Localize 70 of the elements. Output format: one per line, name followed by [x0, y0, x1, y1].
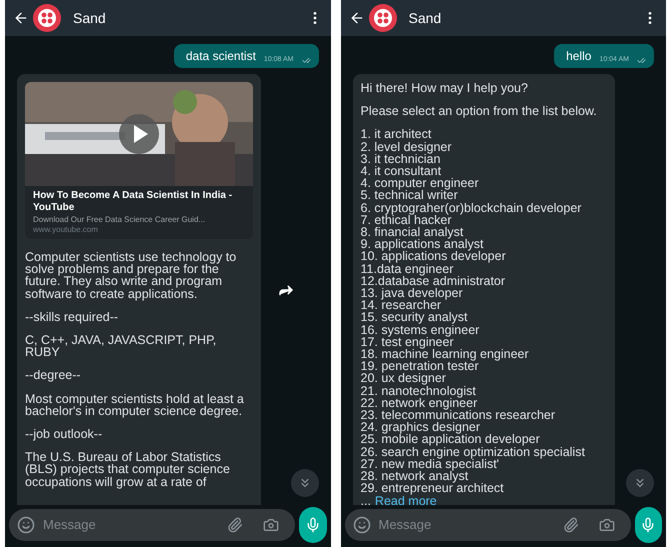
option-line: 26. search engine optimization specialist	[360, 446, 586, 458]
contact-name[interactable]: Sand	[408, 8, 638, 28]
option-line: 4. it consultant	[360, 165, 442, 178]
option-line: 10. applications developer	[360, 250, 507, 263]
option-line: 14. researcher	[360, 299, 442, 312]
preview-title: How To Become A Data Scientist In India - YouTube	[33, 190, 234, 214]
option-line: 4. computer engineer	[360, 177, 480, 190]
message-paragraph: --skills required--	[25, 310, 120, 324]
option-line: 29. entrepreneur architect	[360, 482, 505, 494]
option-line: 25. mobile application developer	[360, 433, 541, 446]
option-line: 24. graphics designer	[360, 421, 480, 434]
option-line: 22. network engineer	[360, 396, 478, 410]
option-line: 7. ethical hacker	[360, 214, 452, 226]
option-line: 5. technical writer	[360, 189, 458, 202]
option-line: 19. penetration tester	[360, 360, 480, 372]
option-line: 8. financial analyst	[360, 226, 464, 238]
emoji-icon[interactable]	[17, 516, 35, 534]
attach-icon[interactable]	[562, 517, 578, 533]
message-paragraph: Please select an option from the list below.	[360, 105, 598, 118]
read-more-link[interactable]: Read more	[374, 494, 437, 505]
option-line: 6. cryptograher(or)blockchain developer	[360, 202, 582, 214]
back-icon[interactable]	[13, 10, 29, 26]
message-paragraph: C, C++, JAVA, JAVASCRIPT, PHP, RUBY	[25, 334, 218, 358]
option-line: 23. telecommunications researcher	[360, 409, 556, 422]
option-line: 9. applications analyst	[360, 238, 484, 250]
option-line: 15. security analyst	[360, 311, 468, 324]
preview-description: Download Our Free Data Science Career Guid...	[33, 214, 206, 225]
camera-icon[interactable]	[263, 517, 279, 533]
message-paragraph: Computer scientists use technology to solve problems and prepare for the future. They also write and program software to create applications.	[25, 251, 238, 300]
message-field[interactable]: Message	[9, 509, 295, 541]
voice-button[interactable]	[299, 507, 326, 543]
option-line: 2. level designer	[360, 140, 453, 153]
message-text: data scientist	[186, 48, 256, 65]
message-paragraph: Most computer scientists hold at least a bachelor's in computer science degree.	[25, 392, 245, 418]
option-line: 28. network analyst	[360, 470, 468, 482]
message-text: hello	[566, 48, 592, 65]
contact-avatar-icon[interactable]	[368, 4, 396, 32]
option-line: 11.data engineer	[360, 262, 454, 275]
contact-name[interactable]: Sand	[73, 8, 302, 28]
mic-icon	[304, 517, 321, 533]
message-input[interactable]: Message	[378, 515, 554, 535]
option-line: 3. it technician	[360, 152, 440, 166]
scroll-down-button[interactable]	[626, 469, 654, 497]
option-line: 20. ux designer	[360, 372, 447, 385]
preview-domain: www.youtube.com	[33, 225, 99, 235]
play-button-icon[interactable]	[119, 114, 159, 154]
mic-icon	[640, 517, 656, 533]
contact-avatar-icon[interactable]	[33, 4, 61, 32]
scroll-down-button[interactable]	[290, 469, 318, 497]
message-paragraph: The U.S. Bureau of Labor Statistics (BLS) projects that computer science occupations will grow at a rate of	[25, 451, 231, 488]
message-input[interactable]: Message	[43, 515, 219, 535]
emoji-icon[interactable]	[352, 516, 370, 534]
message-paragraph: --job outlook--	[25, 428, 104, 440]
ellipsis: ...	[360, 494, 371, 505]
attach-icon[interactable]	[227, 517, 243, 533]
option-line: 1. it architect	[360, 128, 432, 141]
voice-button[interactable]	[634, 507, 662, 543]
option-line: 27. new media specialist'	[360, 458, 500, 470]
option-line: 17. test engineer	[360, 336, 454, 348]
option-line: 16. systems engineer	[360, 324, 480, 336]
option-line: 12.database administrator	[360, 274, 506, 288]
message-paragraph: Hi there! How may I help you?	[360, 82, 529, 94]
message-field[interactable]: Message	[344, 509, 630, 541]
link-preview[interactable]: How To Become A Data Scientist In India - YouTube Download Our Free Data Science Career Guid... www.youtube.com	[25, 82, 253, 239]
option-line: 13. java developer	[360, 287, 464, 300]
option-line: 18. machine learning engineer	[360, 348, 530, 360]
option-line: 21. nanotechnologist	[360, 384, 477, 397]
message-paragraph: --degree--	[25, 369, 82, 382]
back-icon[interactable]	[348, 10, 364, 26]
camera-icon[interactable]	[598, 517, 614, 533]
